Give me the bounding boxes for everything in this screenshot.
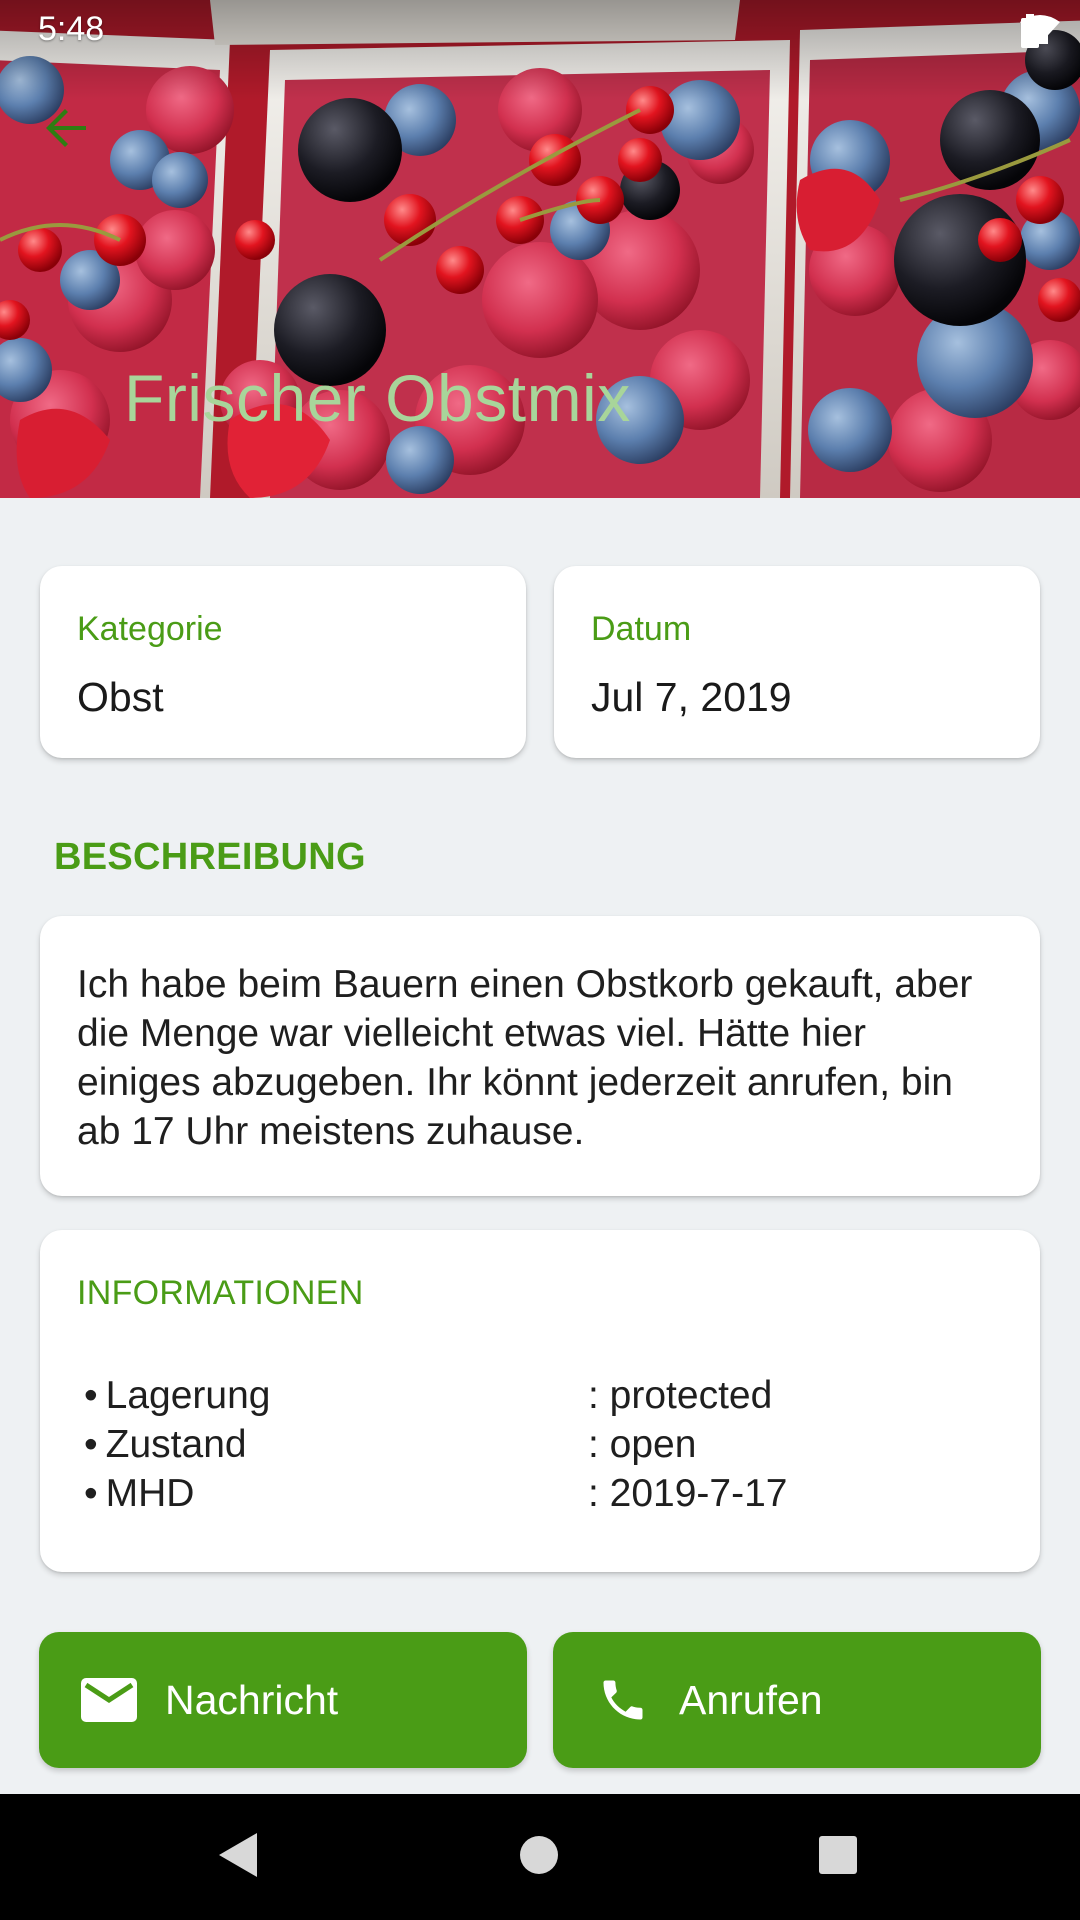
call-button[interactable]: Anrufen xyxy=(553,1632,1041,1768)
info-key-best-before: MHD xyxy=(105,1472,195,1515)
message-button-label: Nachricht xyxy=(165,1676,339,1723)
status-bar: 5:48 xyxy=(0,0,1080,63)
bullet: • xyxy=(84,1472,98,1515)
nav-recents-button[interactable] xyxy=(805,1824,871,1890)
info-value-condition: : open xyxy=(588,1423,697,1466)
nav-recents-icon xyxy=(818,1835,858,1880)
nav-back-icon xyxy=(217,1831,261,1884)
back-button[interactable] xyxy=(42,104,106,168)
phone-icon xyxy=(593,1670,653,1730)
date-card: Datum Jul 7, 2019 xyxy=(554,566,1040,758)
call-button-label: Anrufen xyxy=(679,1676,823,1723)
bullet: • xyxy=(84,1374,98,1417)
message-button[interactable]: Nachricht xyxy=(39,1632,527,1768)
date-label: Datum xyxy=(591,610,692,648)
description-card: Ich habe beim Bauern einen Obstkorb geka… xyxy=(40,916,1040,1196)
category-label: Kategorie xyxy=(77,610,223,648)
information-heading: INFORMATIONEN xyxy=(77,1274,364,1312)
status-time: 5:48 xyxy=(38,10,105,48)
mail-icon xyxy=(79,1670,139,1730)
date-value: Jul 7, 2019 xyxy=(591,674,792,720)
information-list: • Lagerung : protected • Zustand : open • M… xyxy=(84,1374,1004,1521)
info-row-storage: • Lagerung : protected xyxy=(84,1374,1004,1423)
page-title: Frischer Obstmix xyxy=(124,361,631,435)
info-key-storage: Lagerung xyxy=(105,1374,271,1417)
info-row-condition: • Zustand : open xyxy=(84,1423,1004,1472)
nav-home-icon xyxy=(519,1835,559,1880)
nav-home-button[interactable] xyxy=(506,1824,572,1890)
info-value-storage: : protected xyxy=(588,1374,773,1417)
category-card: Kategorie Obst xyxy=(40,566,526,758)
description-text: Ich habe beim Bauern einen Obstkorb geka… xyxy=(77,963,973,1153)
category-value: Obst xyxy=(77,674,164,720)
information-card: INFORMATIONEN • Lagerung : protected • Zus… xyxy=(40,1230,1040,1572)
nav-back-button[interactable] xyxy=(206,1824,272,1890)
info-value-best-before: : 2019-7-17 xyxy=(588,1472,788,1515)
description-heading: BESCHREIBUNG xyxy=(54,836,366,878)
bullet: • xyxy=(84,1423,98,1466)
system-navigation-bar xyxy=(0,1794,1080,1920)
info-row-best-before: • MHD : 2019-7-17 xyxy=(84,1472,1004,1521)
info-key-condition: Zustand xyxy=(105,1423,247,1466)
header-image: 5:48 Frischer Obstmix xyxy=(0,0,1080,498)
